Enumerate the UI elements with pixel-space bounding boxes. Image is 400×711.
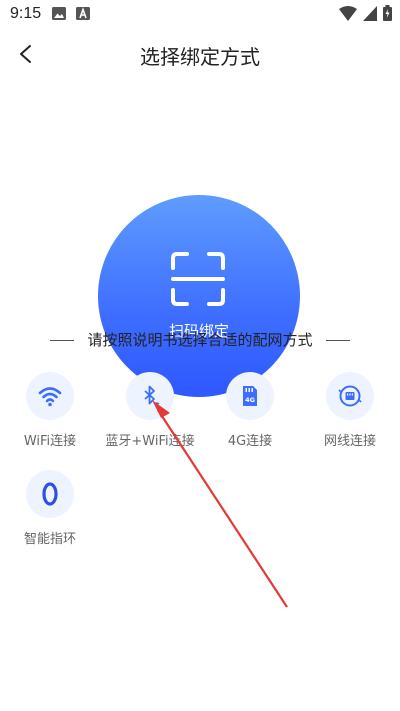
- scan-bind-button[interactable]: 扫码绑定: [98, 195, 300, 397]
- sim-4g-icon: 4G: [243, 386, 257, 406]
- option-wifi[interactable]: WiFi连接: [0, 372, 100, 452]
- instruction-row: 请按照说明书选择合适的配网方式: [0, 328, 400, 352]
- status-time: 9:15: [10, 5, 42, 22]
- option-smart-ring[interactable]: 智能指环: [0, 470, 100, 550]
- system-status-icons: [339, 5, 392, 21]
- option-icon-bg: [126, 372, 174, 420]
- notification-icons: [52, 7, 90, 20]
- option-ethernet[interactable]: 网线连接: [300, 372, 400, 452]
- option-icon-bg: [26, 470, 74, 518]
- option-label: 网线连接: [323, 434, 376, 449]
- option-icon-bg: 4G: [226, 372, 274, 420]
- wifi-icon: [38, 387, 62, 407]
- option-icon-bg: [26, 372, 74, 420]
- option-4g[interactable]: 4G 4G连接: [200, 372, 300, 452]
- battery-icon: [383, 5, 392, 21]
- option-label: 智能指环: [23, 532, 76, 547]
- scan-icon: [171, 252, 225, 306]
- option-icon-bg: [326, 372, 374, 420]
- divider-right: [326, 340, 350, 341]
- ethernet-icon: [338, 385, 362, 407]
- page-title: 选择绑定方式: [140, 45, 260, 69]
- image-notification-icon: [52, 7, 66, 20]
- wifi-signal-icon: [339, 5, 357, 21]
- status-bar: 9:15: [0, 0, 400, 28]
- bluetooth-icon: [144, 385, 160, 407]
- header: 选择绑定方式: [0, 30, 400, 78]
- svg-text:4G: 4G: [245, 396, 255, 404]
- app-notification-icon: [76, 7, 90, 20]
- option-bluetooth-wifi[interactable]: 蓝牙+WiFi连接: [100, 372, 200, 452]
- ring-icon: [42, 482, 58, 506]
- cell-signal-icon: [363, 5, 377, 21]
